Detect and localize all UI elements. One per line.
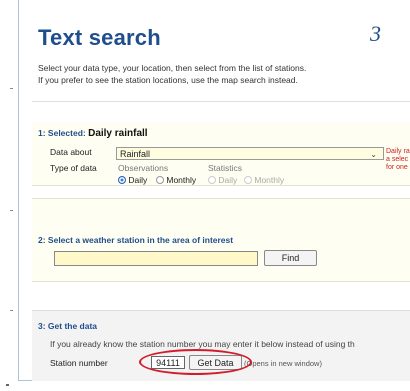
stat-daily-label: Daily xyxy=(218,175,238,185)
frame-tick xyxy=(10,88,13,89)
section1-heading: 1: Selected: Daily rainfall xyxy=(38,128,148,139)
obs-daily-option[interactable]: Daily xyxy=(118,175,147,185)
section2-heading: 2: Select a weather station in the area … xyxy=(38,235,234,245)
obs-monthly-label: Monthly xyxy=(166,175,197,185)
station-search-input[interactable] xyxy=(54,251,258,266)
frame-tick xyxy=(10,210,13,211)
note-line-2: a selec xyxy=(386,156,409,163)
page-title: Text search xyxy=(38,25,161,50)
radio-disabled-icon[interactable] xyxy=(244,176,252,184)
radio-selected-icon[interactable] xyxy=(118,176,126,184)
station-search-section: 2: Select a weather station in the area … xyxy=(32,198,410,282)
highlight-ellipse xyxy=(139,349,252,375)
data-type-section: 1: Selected: Daily rainfall Data about R… xyxy=(32,101,410,186)
obs-monthly-option[interactable]: Monthly xyxy=(156,175,196,185)
frame-corner-mark xyxy=(6,384,9,386)
chevron-down-icon: ⌄ xyxy=(370,150,377,159)
data-about-value: Rainfall xyxy=(120,149,151,159)
step-number: 3 xyxy=(370,21,381,46)
type-of-data-label: Type of data xyxy=(50,163,97,173)
stat-daily-option[interactable]: Daily xyxy=(208,175,237,185)
note-line-3: for one xyxy=(386,164,408,171)
data-note: Daily ra a selec for one xyxy=(386,148,410,172)
station-number-label: Station number xyxy=(50,358,108,368)
section3-heading: 3: Get the data xyxy=(38,321,98,331)
selected-data-type: Daily rainfall xyxy=(88,128,148,139)
data-about-select[interactable]: Rainfall ⌄ xyxy=(116,147,384,160)
opens-new-window-note: (Opens in new window) xyxy=(244,359,322,368)
station-info-text: If you already know the station number y… xyxy=(50,339,355,349)
stat-monthly-label: Monthly xyxy=(254,175,285,185)
radio-disabled-icon[interactable] xyxy=(208,176,216,184)
frame-tick xyxy=(10,310,13,311)
radio-icon[interactable] xyxy=(156,176,164,184)
statistics-label: Statistics xyxy=(208,163,243,173)
section1-heading-prefix: 1: Selected: xyxy=(38,128,86,138)
intro-text: Select your data type, your location, th… xyxy=(38,62,410,86)
intro-line-2: If you prefer to see the station locatio… xyxy=(38,75,298,85)
stat-monthly-option[interactable]: Monthly xyxy=(244,175,284,185)
find-button[interactable]: Find xyxy=(264,250,317,266)
get-data-section: 3: Get the data If you already know the … xyxy=(32,310,410,381)
data-about-label: Data about xyxy=(50,147,92,157)
obs-daily-label: Daily xyxy=(128,175,148,185)
intro-line-1: Select your data type, your location, th… xyxy=(38,63,307,73)
observations-label: Observations xyxy=(118,163,169,173)
note-line-1: Daily ra xyxy=(386,148,410,155)
